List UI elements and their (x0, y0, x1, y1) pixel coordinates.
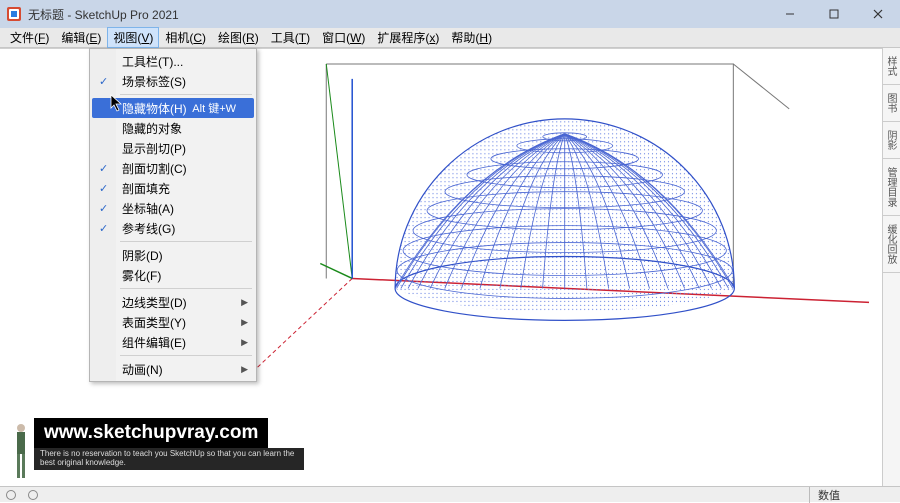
check-icon: ✓ (99, 182, 108, 195)
menu-item-label: 剖面切割(C) (122, 160, 187, 177)
window-controls (768, 0, 900, 28)
watermark: www.sketchupvray.com There is no reserva… (34, 418, 304, 470)
status-indicator-1[interactable] (6, 490, 16, 500)
axis-green (320, 264, 352, 279)
menu-separator (120, 241, 252, 242)
check-icon: ✓ (99, 162, 108, 175)
menu-item-表面类型(Y)[interactable]: 表面类型(Y) ▶ (92, 312, 254, 332)
status-indicator-2[interactable] (28, 490, 38, 500)
titlebar: 无标题 - SketchUp Pro 2021 (0, 0, 900, 28)
menu-绘图[interactable]: 绘图(R) (212, 27, 265, 48)
side-tabs: 样式图书阴影管理目录缓化回放 (882, 48, 900, 486)
menu-item-label: 动画(N) (122, 361, 163, 378)
side-tab-缓化回放[interactable]: 缓化回放 (883, 216, 900, 273)
menu-item-场景标签(S)[interactable]: ✓ 场景标签(S) (92, 71, 254, 91)
menu-item-参考线(G)[interactable]: ✓ 参考线(G) (92, 218, 254, 238)
menu-视图[interactable]: 视图(V) (107, 27, 159, 48)
maximize-button[interactable] (812, 0, 856, 28)
menu-item-剖面切割(C)[interactable]: ✓ 剖面切割(C) (92, 158, 254, 178)
menu-item-label: 工具栏(T)... (122, 53, 183, 70)
menu-item-动画(N)[interactable]: 动画(N) ▶ (92, 359, 254, 379)
menu-item-阴影(D)[interactable]: 阴影(D) (92, 245, 254, 265)
menu-item-雾化(F)[interactable]: 雾化(F) (92, 265, 254, 285)
menu-文件[interactable]: 文件(F) (4, 27, 55, 48)
side-tab-图书[interactable]: 图书 (883, 85, 900, 122)
menu-item-label: 参考线(G) (122, 220, 175, 237)
menu-扩展程序[interactable]: 扩展程序(x) (371, 27, 445, 48)
close-button[interactable] (856, 0, 900, 28)
menu-item-组件编辑(E)[interactable]: 组件编辑(E) ▶ (92, 332, 254, 352)
menu-编辑[interactable]: 编辑(E) (55, 27, 107, 48)
app-icon (6, 6, 22, 22)
menu-item-显示剖切(P)[interactable]: 显示剖切(P) (92, 138, 254, 158)
menu-帮助[interactable]: 帮助(H) (445, 27, 498, 48)
menu-item-label: 表面类型(Y) (122, 314, 186, 331)
menu-item-边线类型(D)[interactable]: 边线类型(D) ▶ (92, 292, 254, 312)
menu-窗口[interactable]: 窗口(W) (316, 27, 371, 48)
side-tab-管理目录[interactable]: 管理目录 (883, 159, 900, 216)
side-tab-阴影[interactable]: 阴影 (883, 122, 900, 159)
menu-separator (120, 355, 252, 356)
view-menu-dropdown: 工具栏(T)... ✓ 场景标签(S) 隐藏物体(H) Alt 键+W 隐藏的对象显示剖切… (89, 48, 257, 382)
chevron-right-icon: ▶ (241, 297, 248, 308)
menu-item-label: 坐标轴(A) (122, 200, 174, 217)
side-tab-样式[interactable]: 样式 (883, 48, 900, 85)
scale-figure (10, 422, 32, 482)
chevron-right-icon: ▶ (241, 337, 248, 348)
statusbar: 数值 (0, 486, 900, 502)
menu-item-label: 隐藏的对象 (122, 120, 182, 137)
check-icon: ✓ (99, 75, 108, 88)
menu-item-label: 显示剖切(P) (122, 140, 186, 157)
menu-item-剖面填充[interactable]: ✓ 剖面填充 (92, 178, 254, 198)
menu-separator (120, 288, 252, 289)
chevron-right-icon: ▶ (241, 364, 248, 375)
menu-item-隐藏的对象[interactable]: 隐藏的对象 (92, 118, 254, 138)
window-title: 无标题 - SketchUp Pro 2021 (28, 6, 768, 23)
check-icon: ✓ (99, 222, 108, 235)
menu-item-label: 剖面填充 (122, 180, 170, 197)
menu-item-label: 组件编辑(E) (122, 334, 186, 351)
menu-separator (120, 94, 252, 95)
menu-item-工具栏(T)...[interactable]: 工具栏(T)... (92, 51, 254, 71)
menu-item-label: 雾化(F) (122, 267, 161, 284)
watermark-url: www.sketchupvray.com (34, 418, 268, 448)
menu-工具[interactable]: 工具(T) (265, 27, 316, 48)
chevron-right-icon: ▶ (241, 317, 248, 328)
menu-item-label: 阴影(D) (122, 247, 163, 264)
menu-item-坐标轴(A)[interactable]: ✓ 坐标轴(A) (92, 198, 254, 218)
menu-item-隐藏物体(H)[interactable]: 隐藏物体(H) Alt 键+W (92, 98, 254, 118)
dome-geometry (395, 119, 734, 321)
value-box-label: 数值 (809, 487, 900, 503)
menu-item-label: 隐藏物体(H) (122, 100, 187, 117)
menu-相机[interactable]: 相机(C) (159, 27, 212, 48)
menu-shortcut: Alt 键+W (192, 100, 236, 116)
check-icon: ✓ (99, 202, 108, 215)
menubar: 文件(F)编辑(E)视图(V)相机(C)绘图(R)工具(T)窗口(W)扩展程序(… (0, 28, 900, 48)
minimize-button[interactable] (768, 0, 812, 28)
watermark-subtitle: There is no reservation to teach you Ske… (34, 448, 304, 470)
menu-item-label: 场景标签(S) (122, 73, 186, 90)
menu-item-label: 边线类型(D) (122, 294, 187, 311)
